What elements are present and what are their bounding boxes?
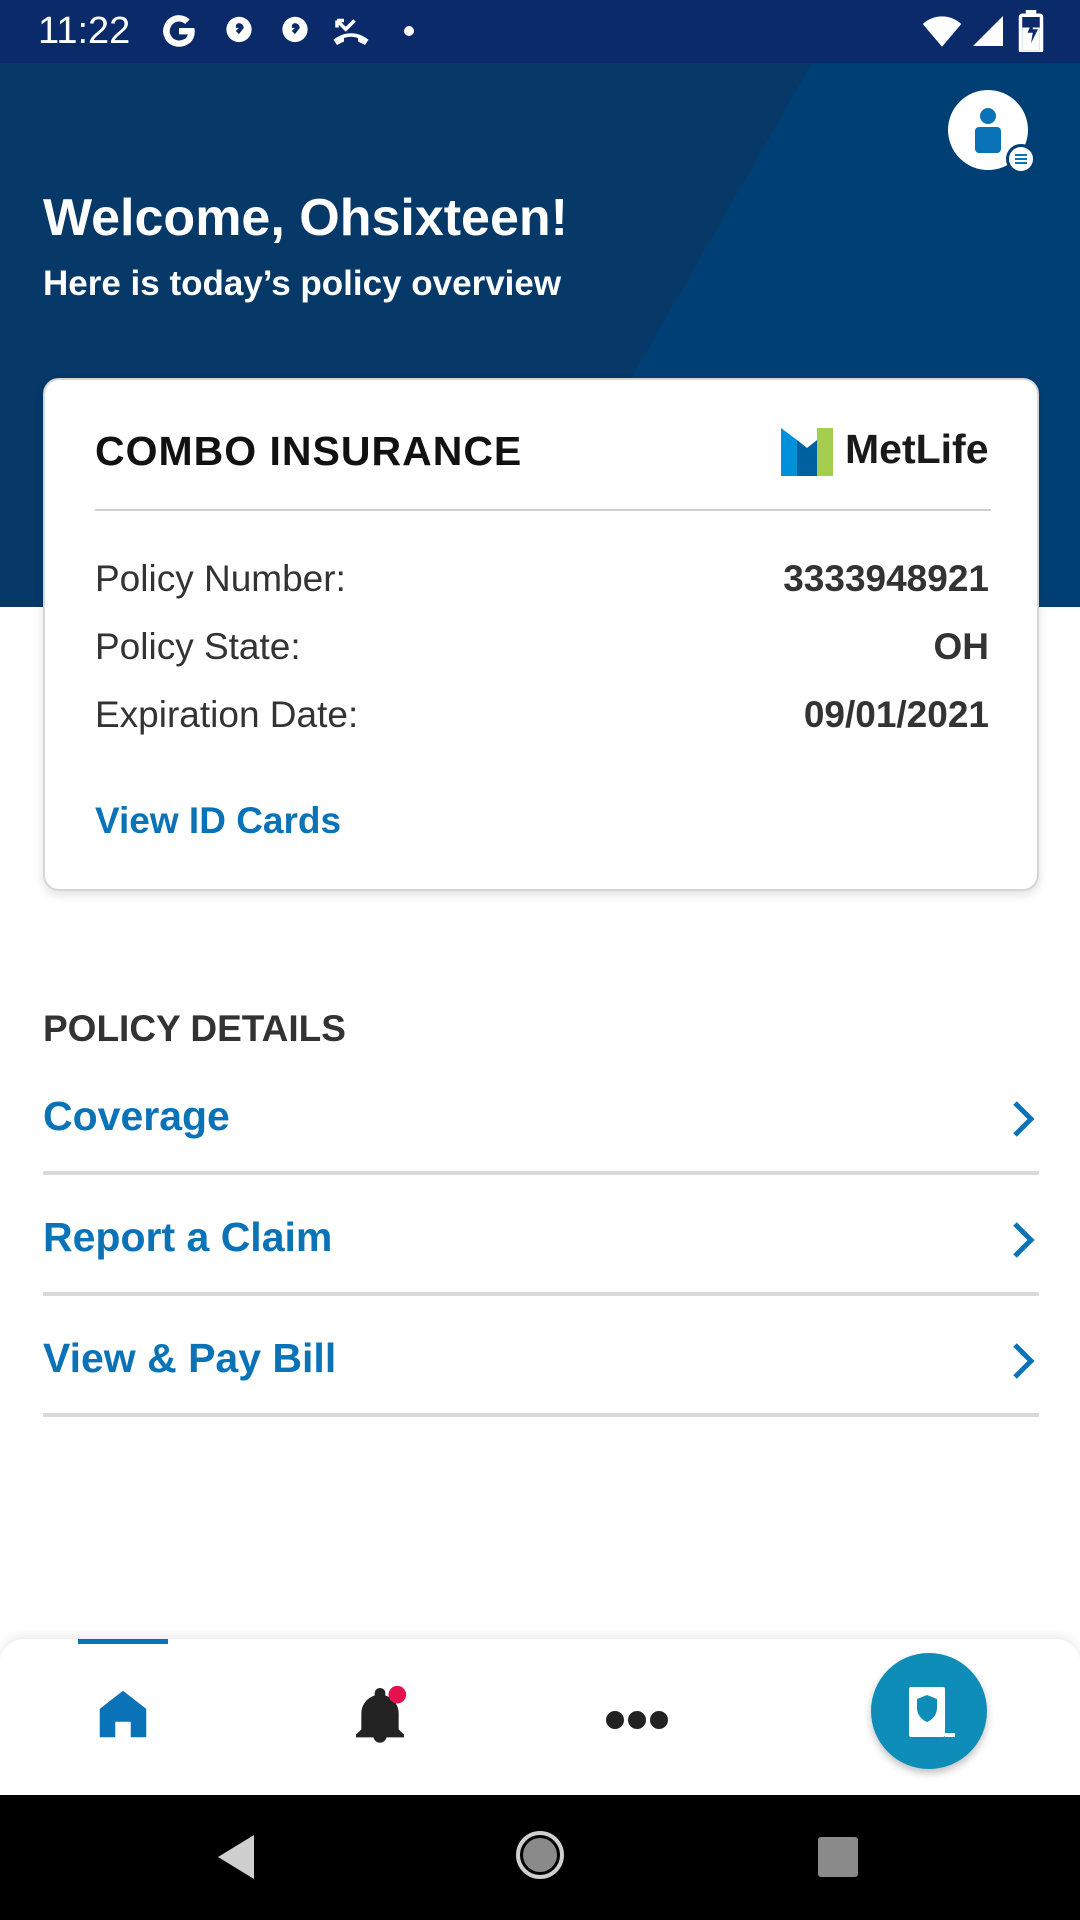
cell-signal-icon: [973, 16, 1003, 46]
expiration-date-label: Expiration Date:: [95, 694, 359, 735]
policy-state-value: OH: [933, 626, 990, 667]
policy-shield-icon: [909, 1687, 955, 1737]
google-icon: [163, 15, 195, 47]
dot-icon: [404, 26, 414, 36]
home-icon[interactable]: [92, 1683, 154, 1745]
bell-icon[interactable]: [348, 1683, 412, 1749]
brand-name: MetLife: [845, 426, 989, 472]
wifi-icon: [922, 16, 962, 47]
welcome-title: Welcome, Ohsixteen!: [43, 189, 568, 247]
policy-card: COMBO INSURANCE MetLife Policy Number: 3…: [43, 378, 1039, 891]
coverage-item[interactable]: Coverage: [43, 1055, 1039, 1175]
active-tab-indicator: [78, 1639, 168, 1644]
missed-call-icon: [333, 18, 369, 45]
profile-avatar-button[interactable]: [948, 90, 1036, 174]
policy-details-heading: POLICY DETAILS: [43, 1008, 346, 1049]
chevron-right-icon: [1013, 1101, 1035, 1137]
report-claim-item[interactable]: Report a Claim: [43, 1176, 1039, 1296]
expiration-date-value: 09/01/2021: [803, 694, 989, 735]
back-icon[interactable]: [214, 1833, 258, 1881]
policy-card-title: COMBO INSURANCE: [95, 428, 523, 474]
menu-badge: [1006, 144, 1036, 174]
policy-documents-fab[interactable]: [871, 1653, 987, 1769]
hamburger-icon: [1015, 154, 1027, 164]
app-icon: [282, 16, 308, 43]
view-id-cards-link[interactable]: View ID Cards: [95, 800, 341, 842]
policy-state-label: Policy State:: [95, 626, 301, 667]
status-bar: 11:22: [0, 0, 1080, 63]
more-icon[interactable]: [604, 1709, 670, 1731]
welcome-subtitle: Here is today’s policy overview: [43, 264, 562, 303]
coverage-label: Coverage: [43, 1093, 230, 1139]
system-navigation-bar: [0, 1795, 1080, 1920]
policy-number-label: Policy Number:: [95, 558, 346, 599]
chevron-right-icon: [1013, 1343, 1035, 1379]
policy-number-value: 3333948921: [783, 558, 989, 599]
view-pay-bill-item[interactable]: View & Pay Bill: [43, 1297, 1039, 1417]
view-pay-bill-label: View & Pay Bill: [43, 1335, 337, 1381]
recents-icon[interactable]: [816, 1835, 860, 1879]
home-circle-icon[interactable]: [514, 1829, 566, 1881]
status-time: 11:22: [38, 10, 131, 52]
battery-icon: [1018, 10, 1044, 52]
card-divider: [95, 509, 991, 511]
app-icon: [226, 16, 252, 43]
report-claim-label: Report a Claim: [43, 1214, 333, 1260]
metlife-logo-icon: [781, 428, 833, 476]
chevron-right-icon: [1013, 1222, 1035, 1258]
